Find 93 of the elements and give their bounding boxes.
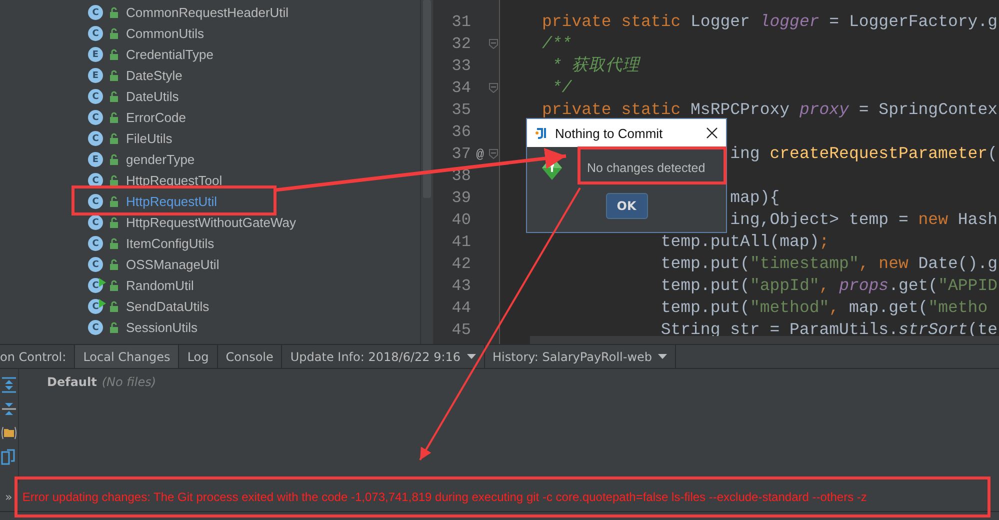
line-number: 32 — [450, 35, 471, 53]
code-line: ing createRequestParameter( — [730, 143, 998, 165]
scrollbar-thumb[interactable] — [423, 0, 431, 198]
line-number: 34 — [450, 79, 471, 97]
class-name: CommonRequestHeaderUtil — [126, 5, 289, 20]
class-name: OSSManageUtil — [126, 257, 220, 272]
dialog-message: No changes detected — [587, 161, 706, 175]
code-line: map){ — [730, 187, 780, 209]
folder-icon[interactable] — [1, 425, 17, 441]
class-name: ItemConfigUtils — [126, 236, 214, 251]
class-name: CommonUtils — [126, 26, 204, 41]
changelist-name[interactable]: Default — [47, 375, 97, 389]
code-line: /** — [542, 33, 572, 55]
class-badge: E — [88, 68, 103, 83]
collapse-all-icon[interactable] — [1, 401, 17, 417]
changelist-note: (No files) — [102, 375, 156, 389]
lock-icon — [108, 216, 120, 228]
override-marker: @ — [476, 146, 484, 162]
lock-icon — [108, 70, 120, 82]
code-line: private static MsRPCProxy proxy = SpringContex — [542, 99, 998, 121]
lock-icon — [108, 28, 120, 40]
class-badge: C — [88, 131, 103, 146]
close-icon[interactable] — [706, 127, 718, 139]
fold-icon[interactable] — [489, 39, 498, 49]
class-name: ErrorCode — [126, 110, 186, 125]
line-number: 31 — [450, 13, 471, 31]
code-line: * 获取代理 — [552, 55, 640, 77]
code-line: temp.putAll(map); — [660, 231, 830, 253]
lock-icon — [108, 300, 120, 312]
app-icon — [535, 126, 549, 140]
class-badge: C — [88, 236, 103, 251]
class-name: HttpRequestWithoutGateWay — [126, 215, 296, 230]
copy-icon[interactable] — [1, 449, 17, 465]
lock-icon — [108, 90, 120, 102]
class-badge: C — [88, 215, 103, 230]
lock-icon — [108, 258, 120, 270]
class-name: SendDataUtils — [126, 299, 210, 314]
code-line: private static Logger logger = LoggerFactory.g — [542, 11, 998, 33]
class-badge: E — [88, 47, 103, 62]
tab[interactable]: Local Changes — [75, 345, 180, 368]
ok-button[interactable]: OK — [606, 193, 648, 219]
lock-icon — [108, 112, 120, 124]
class-name: DateUtils — [126, 89, 179, 104]
class-name: CredentialType — [126, 47, 214, 62]
lock-icon — [108, 280, 120, 292]
lock-icon — [108, 154, 120, 166]
fold-icon[interactable] — [489, 149, 498, 159]
class-name: HttpRequestUtil — [126, 194, 218, 209]
line-number: 41 — [450, 233, 471, 251]
class-badge: C — [88, 89, 103, 104]
class-name: genderType — [126, 152, 195, 167]
code-line: String str = ParamUtils.strSort(te — [660, 319, 998, 341]
line-number: 42 — [450, 255, 471, 273]
lock-icon — [108, 196, 120, 208]
lock-icon — [108, 322, 120, 334]
class-badge: C — [88, 5, 103, 20]
code-line: ing,Object> temp = new Hash — [730, 209, 998, 231]
run-marker-icon — [99, 278, 106, 287]
code-line: temp.put("timestamp", new Date().g — [660, 253, 998, 275]
dialog-title: Nothing to Commit — [555, 126, 664, 140]
lock-icon — [108, 174, 120, 186]
class-badge: E — [88, 152, 103, 167]
class-badge: C — [88, 110, 103, 125]
run-marker-icon — [99, 299, 106, 308]
class-name: FileUtils — [126, 131, 172, 146]
class-name: HttpRequestTool — [126, 173, 222, 188]
line-number: 35 — [450, 101, 471, 119]
lock-icon — [108, 6, 120, 18]
more-button[interactable]: » — [5, 490, 12, 504]
error-message: Error updating changes: The Git process exited with the code -1,073,741,819 during executing git -c core.quotepath=false ls-files --exclude-standard --others -z — [22, 490, 867, 504]
line-number: 39 — [450, 189, 471, 207]
lock-icon — [108, 238, 120, 250]
fold-icon[interactable] — [489, 83, 498, 93]
line-number: 44 — [450, 299, 471, 317]
expand-all-icon[interactable] — [1, 377, 17, 393]
class-name: DateStyle — [126, 68, 182, 83]
class-badge: C — [88, 320, 103, 335]
code-line: temp.put("method", map.get("metho — [660, 297, 988, 319]
line-number: 37 — [450, 145, 471, 163]
line-number: 45 — [450, 321, 471, 339]
class-badge: C — [88, 257, 103, 272]
line-number: 33 — [450, 57, 471, 75]
class-badge: C — [88, 26, 103, 41]
class-badge: C — [88, 194, 103, 209]
code-line: temp.put("appId", props.get("APPID — [660, 275, 998, 297]
line-number: 36 — [450, 123, 471, 141]
line-number: 43 — [450, 277, 471, 295]
class-name: SessionUtils — [126, 320, 198, 335]
lock-icon — [108, 132, 120, 144]
lock-icon — [108, 48, 120, 60]
code-line: */ — [552, 77, 572, 99]
line-number: 40 — [450, 211, 471, 229]
class-name: RandomUtil — [126, 278, 194, 293]
